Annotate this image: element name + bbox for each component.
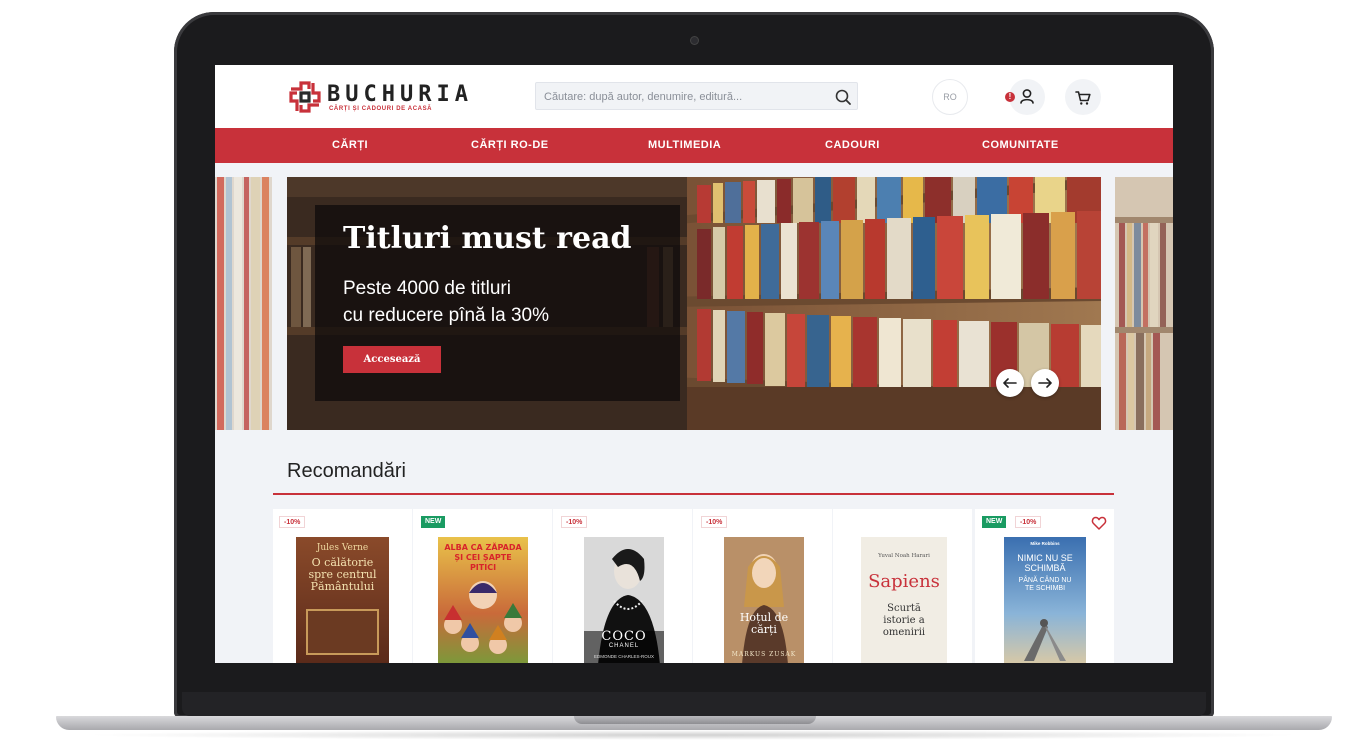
cover-author: Yuval Noah Harari	[878, 553, 930, 559]
cover-author: EDMONDE CHARLES-ROUX	[593, 654, 654, 659]
cover-subtitle: PÂNĂ CÂND NU TE SCHIMBI	[1018, 577, 1072, 592]
product-card[interactable]: NEW -10% Mike Robbins NIMIC NU SE SCHIMB…	[975, 509, 1114, 663]
product-card[interactable]: -10% Jules Verne O călătorie spre centru…	[273, 509, 412, 663]
book-cover[interactable]: Yuval Noah Harari Sapiens Scurtă istorie…	[861, 537, 947, 663]
book-cover[interactable]: COCO CHANEL EDMONDE CHARLES-ROUX	[584, 537, 664, 663]
cover-illustration	[444, 581, 522, 654]
cover-illustration	[306, 609, 379, 655]
language-switch[interactable]: RO	[932, 79, 968, 115]
logo-tagline: CĂRȚI ȘI CADOURI DE ACASĂ	[329, 106, 433, 112]
cover-title: Sapiens	[868, 571, 940, 592]
book-cover[interactable]: Jules Verne O călătorie spre centrul Păm…	[296, 537, 389, 663]
product-card[interactable]: NEW ALBA CA ZĂPADA ȘI CEI ȘAPTE PITICI	[413, 509, 552, 663]
discount-badge: -10%	[561, 516, 588, 528]
search-input[interactable]	[544, 88, 824, 106]
product-card[interactable]: -10% Hoțul de cărți MARKUS ZUSAK	[693, 509, 832, 663]
cover-author: MARKUS ZUSAK	[731, 651, 797, 658]
new-badge: NEW	[421, 516, 446, 528]
hero-next-button[interactable]	[1031, 369, 1059, 397]
new-badge: NEW	[982, 516, 1007, 528]
nav-item-comunitate[interactable]: COMUNITATE	[982, 128, 1059, 163]
hero-subtitle-line2: cu reducere pînă la 30%	[343, 305, 549, 326]
hero-next-slide-peek[interactable]	[1115, 177, 1173, 430]
cover-author: Mike Robbins	[1030, 541, 1060, 546]
favorite-button[interactable]	[1091, 515, 1107, 531]
site-header: BUCHURIA CĂRȚI ȘI CADOURI DE ACASĂ RO !	[215, 65, 1173, 128]
search-icon	[835, 89, 851, 105]
cover-title: NIMIC NU SE SCHIMBĂ	[1017, 553, 1073, 573]
laptop-shadow	[80, 730, 1306, 740]
search-button[interactable]	[833, 87, 853, 107]
cover-subtitle: Scurtă istorie a omenirii	[882, 603, 926, 638]
account-alert-badge: !	[1005, 92, 1015, 102]
book-cover[interactable]: ALBA CA ZĂPADA ȘI CEI ȘAPTE PITICI	[438, 537, 528, 663]
nav-item-carti[interactable]: CĂRȚI	[332, 128, 368, 163]
hero-prev-button[interactable]	[996, 369, 1024, 397]
arrow-right-icon	[1038, 378, 1052, 388]
logo-wordmark: BUCHURIA	[327, 82, 473, 107]
cover-illustration	[1024, 619, 1066, 661]
browser-screen: BUCHURIA CĂRȚI ȘI CADOURI DE ACASĂ RO !	[215, 65, 1173, 663]
nav-item-carti-ro-de[interactable]: CĂRȚI RO-DE	[471, 128, 549, 163]
camera-icon	[691, 37, 698, 44]
cart-icon	[1075, 91, 1091, 105]
nav-item-multimedia[interactable]: MULTIMEDIA	[648, 128, 721, 163]
hero-subtitle: Peste 4000 de titluri cu reducere pînă l…	[343, 275, 663, 329]
cover-illustration	[724, 537, 804, 663]
search-box	[535, 82, 858, 110]
laptop-notch	[574, 716, 816, 724]
discount-badge: -10%	[279, 516, 306, 528]
hero-subtitle-line1: Peste 4000 de titluri	[343, 278, 511, 299]
cover-subtitle: CHANEL	[608, 643, 640, 649]
logo-mark-icon	[289, 81, 321, 113]
recommendations-title: Recomandări	[287, 460, 406, 482]
site-logo[interactable]: BUCHURIA CĂRȚI ȘI CADOURI DE ACASĂ	[287, 79, 468, 115]
book-cover[interactable]: Hoțul de cărți MARKUS ZUSAK	[724, 537, 804, 663]
hero-banner: Titluri must read Peste 4000 de titluri …	[287, 177, 1101, 430]
cover-title: Hoțul de cărți	[739, 611, 789, 636]
book-cover[interactable]: Mike Robbins NIMIC NU SE SCHIMBĂ PÂNĂ CÂ…	[1004, 537, 1086, 663]
hero-title: Titluri must read	[343, 221, 632, 256]
cover-title: O călătorie spre centrul Pământului	[308, 556, 377, 593]
heart-icon	[1091, 516, 1107, 530]
product-card[interactable]: Yuval Noah Harari Sapiens Scurtă istorie…	[833, 509, 972, 663]
section-divider	[273, 493, 1114, 495]
nav-item-cadouri[interactable]: CADOURI	[825, 128, 880, 163]
cover-author: Jules Verne	[316, 543, 369, 553]
main-nav: CĂRȚI CĂRȚI RO-DE MULTIMEDIA CADOURI COM…	[215, 128, 1173, 163]
product-card[interactable]: -10% COCO CHANEL EDMONDE CHARLES-ROUX	[553, 509, 692, 663]
laptop-chin	[182, 692, 1206, 716]
discount-badge: -10%	[701, 516, 728, 528]
discount-badge: -10%	[1015, 516, 1042, 528]
arrow-left-icon	[1003, 378, 1017, 388]
hero-promo-box: Titluri must read Peste 4000 de titluri …	[315, 205, 680, 401]
cart-button[interactable]	[1065, 79, 1101, 115]
hero-cta-button[interactable]: Accesează	[343, 346, 441, 373]
cover-title: COCO	[601, 629, 647, 644]
hero-prev-slide-peek[interactable]	[215, 177, 272, 430]
